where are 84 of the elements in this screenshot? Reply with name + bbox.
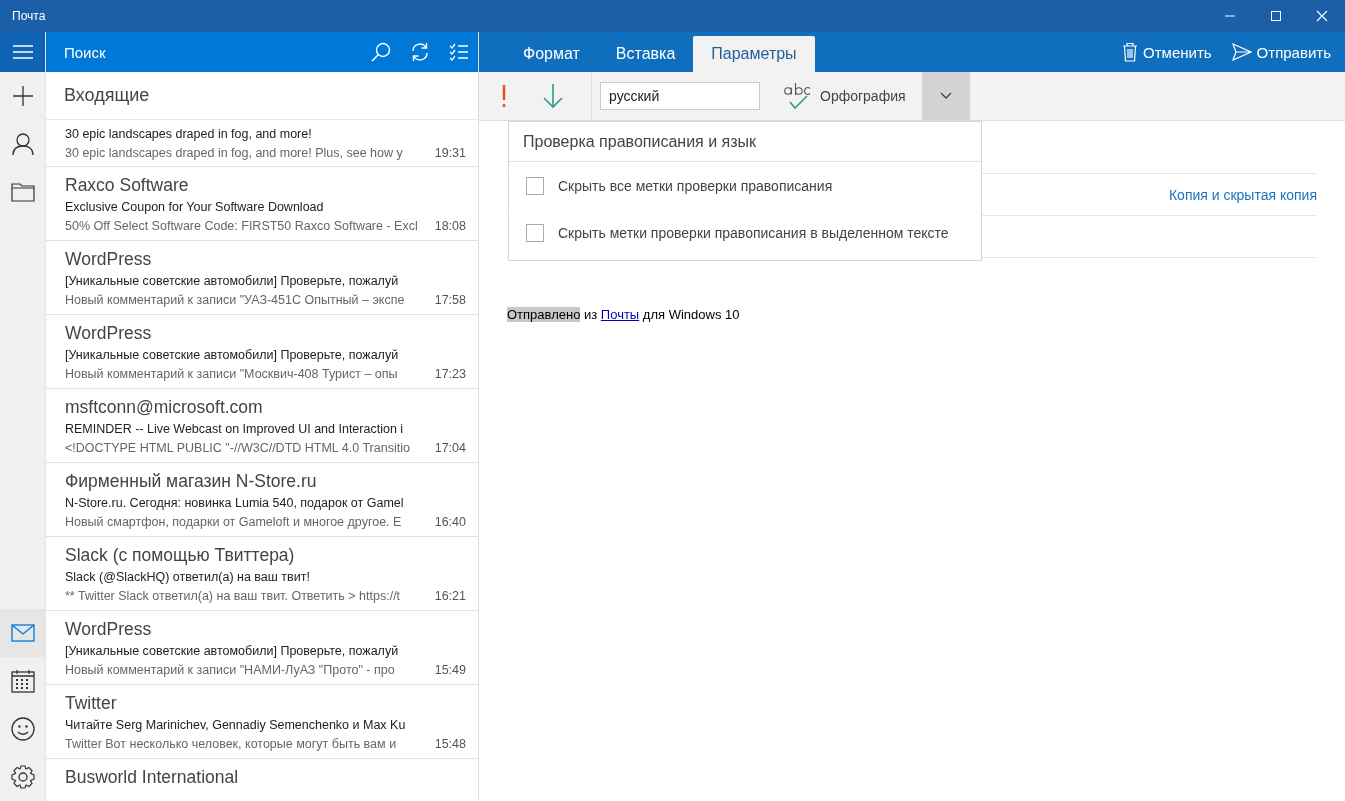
signature-text: Отправлено из Почты для Windows 10 bbox=[507, 307, 741, 322]
message-time: 18:08 bbox=[434, 218, 466, 235]
message-item[interactable]: WordPress [Уникальные советские автомобили] Проверьте, пожалуй Новый комментарий к записи "УАЗ-451С Опытный – экспе 17:58 bbox=[46, 241, 478, 315]
message-sender: Busworld International bbox=[65, 766, 240, 789]
menu-icon bbox=[11, 44, 34, 60]
language-field[interactable]: русский bbox=[600, 82, 760, 110]
message-time: 19:31 bbox=[434, 145, 466, 162]
select-mode-button[interactable] bbox=[439, 32, 478, 72]
menu-title: Проверка правописания и язык bbox=[509, 122, 981, 162]
ribbon-tab[interactable]: Вставка bbox=[597, 36, 694, 72]
ribbon-tab[interactable]: Параметры bbox=[693, 36, 815, 72]
message-time: 16:21 bbox=[434, 588, 466, 605]
message-subject: Читайте Serg Marinichev, Gennadiy Semenchenko и Max Ku bbox=[65, 717, 407, 734]
folder-icon bbox=[10, 182, 35, 202]
message-item[interactable]: WordPress [Уникальные советские автомобили] Проверьте, пожалуй Новый комментарий к записи "НАМИ-ЛуАЗ "Прото" - про 15:49 bbox=[46, 611, 478, 685]
smiley-icon bbox=[10, 717, 35, 741]
message-preview: 30 epic landscapes draped in fog, and more! Plus, see how y bbox=[65, 145, 403, 162]
menu-button[interactable] bbox=[0, 32, 45, 72]
folder-name: Входящие bbox=[64, 85, 150, 106]
option-label: Скрыть метки проверки правописания в выделенном тексте bbox=[558, 224, 949, 241]
message-subject: 30 epic landscapes draped in fog, and more! bbox=[65, 126, 313, 143]
plus-icon bbox=[11, 85, 34, 107]
message-sender: Twitter bbox=[65, 692, 118, 715]
chevron-down-icon bbox=[939, 92, 952, 100]
checkbox[interactable] bbox=[526, 176, 544, 195]
message-item[interactable]: msftconn@microsoft.com REMINDER -- Live Webcast on Improved UI and Interaction i <!DOCTYPE HTML PUBLIC "-//W3C//DTD HTML 4.0 Transitio 17:04 bbox=[46, 389, 478, 463]
message-preview: ** Twitter Slack ответил(а) на ваш твит. Ответить > https://t bbox=[65, 588, 401, 605]
message-sender: msftconn@microsoft.com bbox=[65, 396, 264, 419]
settings-icon bbox=[10, 765, 35, 789]
message-sender: Фирменный магазин N-Store.ru bbox=[65, 470, 318, 493]
spelling-button[interactable]: Орфография bbox=[760, 72, 922, 120]
message-preview: Новый комментарий к записи "УАЗ-451С Опытный – экспе bbox=[65, 292, 405, 309]
message-sender: Raxco Software bbox=[65, 174, 190, 197]
message-time: 17:04 bbox=[434, 440, 466, 457]
message-time: 15:49 bbox=[434, 662, 466, 679]
cc-bcc-link[interactable]: Копия и скрытая копия bbox=[1168, 186, 1317, 203]
message-subject: [Уникальные советские автомобили] Проверьте, пожалуй bbox=[65, 643, 400, 660]
message-preview: Новый комментарий к записи "НАМИ-ЛуАЗ "Прото" - про bbox=[65, 662, 395, 679]
message-time: 16:40 bbox=[434, 514, 466, 531]
message-item[interactable]: WordPress [Уникальные советские автомобили] Проверьте, пожалуй Новый комментарий к записи "Москвич-408 Турист – опы 17:23 bbox=[46, 315, 478, 389]
message-sender: Slack (с помощью Твиттера) bbox=[65, 544, 296, 567]
message-item[interactable]: Busworld International bbox=[46, 759, 478, 801]
option-label: Скрыть все метки проверки правописания bbox=[558, 177, 833, 194]
close-icon bbox=[1316, 10, 1328, 22]
message-preview: <!DOCTYPE HTML PUBLIC "-//W3C//DTD HTML 4.0 Transitio bbox=[65, 440, 410, 457]
checklist-icon bbox=[448, 43, 469, 61]
message-preview: Новый смартфон, подарки от Gameloft и многое другое. Е bbox=[65, 514, 402, 531]
message-item[interactable]: Slack (с помощью Твиттера) Slack (@SlackHQ) ответил(а) на ваш твит! ** Twitter Slack ответил(а) на ваш твит. Ответить > https://t 16:21 bbox=[46, 537, 478, 611]
message-subject: [Уникальные советские автомобили] Проверьте, пожалуй bbox=[65, 347, 400, 364]
paper-plane-icon bbox=[1231, 43, 1252, 61]
message-sender: WordPress bbox=[65, 248, 153, 271]
exclamation-icon bbox=[501, 84, 507, 108]
window-title: Почта bbox=[11, 9, 46, 23]
down-arrow-icon bbox=[542, 83, 564, 109]
trash-icon bbox=[1122, 42, 1139, 62]
message-preview: Новый комментарий к записи "Москвич-408 Турист – опы bbox=[65, 366, 398, 383]
message-preview: Twitter Вот несколько человек, которые могут быть вам и bbox=[65, 736, 397, 753]
envelope-icon bbox=[10, 624, 35, 642]
message-subject: [Уникальные советские автомобили] Проверьте, пожалуй bbox=[65, 273, 400, 290]
message-item[interactable]: 30 epic landscapes draped in fog, and more! 30 epic landscapes draped in fog, and more! Plus, see how y 19:31 bbox=[46, 120, 478, 167]
message-time: 15:48 bbox=[434, 736, 466, 753]
sync-icon bbox=[409, 42, 430, 62]
message-subject: REMINDER -- Live Webcast on Improved UI and Interaction i bbox=[65, 421, 405, 438]
search-icon bbox=[370, 42, 391, 62]
message-item[interactable]: Raxco Software Exclusive Coupon for Your Software Download 50% Off Select Software Code: FIRST50 Raxco Software - Excl 18:08 bbox=[46, 167, 478, 241]
calendar-icon bbox=[10, 669, 35, 693]
message-subject: Exclusive Coupon for Your Software Download bbox=[65, 199, 325, 216]
message-time: 17:23 bbox=[434, 366, 466, 383]
discard-button[interactable]: Отменить bbox=[1116, 32, 1226, 72]
message-time: 17:58 bbox=[434, 292, 466, 309]
maximize-icon bbox=[1270, 10, 1282, 22]
mail-app-link[interactable]: Почты bbox=[600, 307, 640, 322]
message-sender: WordPress bbox=[65, 322, 153, 345]
message-item[interactable]: Twitter Читайте Serg Marinichev, Gennadiy Semenchenko и Max Ku Twitter Вот несколько человек, которые могут быть вам и 15:48 bbox=[46, 685, 478, 759]
message-preview: 50% Off Select Software Code: FIRST50 Raxco Software - Excl bbox=[65, 218, 418, 235]
message-subject: Slack (@SlackHQ) ответил(а) на ваш твит! bbox=[65, 569, 311, 586]
search-field[interactable]: Поиск bbox=[46, 32, 361, 72]
ribbon-tab[interactable]: Формат bbox=[505, 36, 598, 72]
person-icon bbox=[11, 132, 34, 156]
message-item[interactable]: Фирменный магазин N-Store.ru N-Store.ru. Сегодня: новинка Lumia 540, подарок от Gamel Новый смартфон, подарки от Gameloft и многое другое. Е 16:40 bbox=[46, 463, 478, 537]
checkbox[interactable] bbox=[526, 223, 544, 242]
send-button[interactable]: Отправить bbox=[1225, 32, 1345, 72]
message-sender: WordPress bbox=[65, 618, 153, 641]
message-subject: N-Store.ru. Сегодня: новинка Lumia 540, подарок от Gamel bbox=[65, 495, 405, 512]
